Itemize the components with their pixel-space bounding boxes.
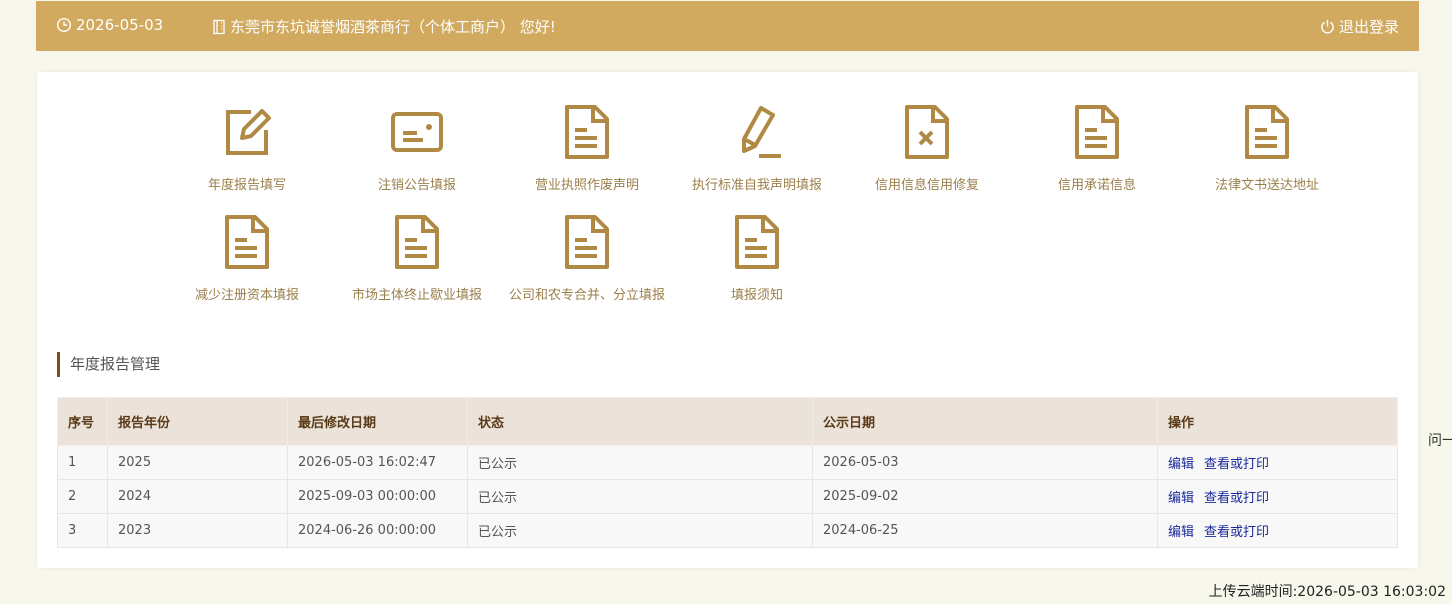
cell-status: 已公示 — [467, 513, 813, 548]
logout-button[interactable]: 退出登录 — [1320, 16, 1399, 37]
menu-tile-8[interactable]: 减少注册资本填报 — [162, 194, 332, 303]
cell-year: 2024 — [107, 479, 288, 514]
menu-tile-4[interactable]: 执行标准自我声明填报 — [672, 84, 842, 193]
cell-no: 1 — [57, 445, 108, 480]
document-icon — [221, 214, 273, 270]
menu-tile-3[interactable]: 营业执照作废声明 — [502, 84, 672, 193]
table-header-row: 序号 报告年份 最后修改日期 状态 公示日期 操作 — [57, 397, 1398, 446]
upload-time: 上传云端时间:2026-05-03 16:03:02 — [1208, 584, 1446, 600]
document-icon — [391, 214, 443, 270]
cell-pub-date: 2026-05-03 — [812, 445, 1158, 480]
col-header-status: 状态 — [467, 397, 813, 446]
cell-modified: 2024-06-26 00:00:00 — [287, 513, 468, 548]
section-title: 年度报告管理 — [57, 352, 160, 377]
document-icon — [561, 214, 613, 270]
document-icon — [1241, 104, 1293, 160]
power-icon — [1321, 19, 1334, 34]
cell-year: 2025 — [107, 445, 288, 480]
edit-icon — [221, 104, 273, 160]
header-date-text: 2026-05-03 — [76, 16, 164, 34]
cell-year: 2023 — [107, 513, 288, 548]
cell-actions: 编辑 查看或打印 — [1157, 445, 1398, 480]
menu-tile-label: 填报须知 — [730, 288, 783, 303]
annual-report-table: 序号 报告年份 最后修改日期 状态 公示日期 操作 1 2025 2026-05-0… — [57, 397, 1398, 548]
view-print-link[interactable]: 查看或打印 — [1204, 491, 1269, 506]
menu-tile-label: 法律文书送达地址 — [1214, 178, 1319, 193]
document-icon — [731, 214, 783, 270]
edit-link[interactable]: 编辑 — [1168, 525, 1194, 540]
document-icon — [1071, 104, 1123, 160]
cell-no: 3 — [57, 513, 108, 548]
cell-status: 已公示 — [467, 445, 813, 480]
pencil-icon — [731, 104, 783, 160]
cell-no: 2 — [57, 479, 108, 514]
logout-label: 退出登录 — [1338, 18, 1399, 36]
cell-pub-date: 2024-06-25 — [812, 513, 1158, 548]
cell-pub-date: 2025-09-02 — [812, 479, 1158, 514]
col-header-year: 报告年份 — [107, 397, 288, 446]
menu-tile-6[interactable]: 信用承诺信息 — [1012, 84, 1182, 193]
menu-tile-7[interactable]: 法律文书送达地址 — [1182, 84, 1352, 193]
menu-tile-11[interactable]: 填报须知 — [672, 194, 842, 303]
col-header-modified: 最后修改日期 — [287, 397, 468, 446]
menu-tile-2[interactable]: 注销公告填报 — [332, 84, 502, 193]
table-row: 1 2025 2026-05-03 16:02:47 已公示 2026-05-03 编辑查… — [57, 445, 1398, 480]
cell-status: 已公示 — [467, 479, 813, 514]
cell-actions: 编辑 查看或打印 — [1157, 479, 1398, 514]
menu-tile-5[interactable]: 信用信息信用修复 — [842, 84, 1012, 193]
col-header-actions: 操作 — [1157, 397, 1398, 446]
main-card: 年度报告填写 注销公告填报 营业执照作废声明 执行标准自我声明填报 信用信息信用修复 信用… — [37, 72, 1418, 568]
cell-actions: 编辑 查看或打印 — [1157, 513, 1398, 548]
edit-link[interactable]: 编辑 — [1168, 457, 1194, 472]
col-header-no: 序号 — [57, 397, 108, 446]
header-greeting: 东莞市东坑诚誉烟酒茶商行（个体工商户） 您好! — [212, 16, 556, 37]
table-row: 2 2024 2025-09-03 00:00:00 已公示 2025-09-02 编辑查… — [57, 479, 1398, 514]
document-icon — [561, 104, 613, 160]
table-row: 3 2023 2024-06-26 00:00:00 已公示 2024-06-25 编辑查… — [57, 513, 1398, 548]
building-icon — [213, 19, 225, 34]
header-date: 2026-05-03 — [56, 16, 163, 34]
top-bar: 2026-05-03 东莞市东坑诚誉烟酒茶商行（个体工商户） 您好! 退出登录 — [36, 1, 1419, 51]
menu-tile-9[interactable]: 市场主体终止歇业填报 — [332, 194, 502, 303]
menu-tile-10[interactable]: 公司和农专合并、分立填报 — [502, 194, 672, 303]
document-x-icon — [901, 104, 953, 160]
view-print-link[interactable]: 查看或打印 — [1204, 457, 1269, 472]
edit-link[interactable]: 编辑 — [1168, 491, 1194, 506]
clock-icon — [56, 17, 72, 33]
cell-modified: 2025-09-03 00:00:00 — [287, 479, 468, 514]
side-text: 问一 — [1428, 433, 1452, 449]
card-icon — [391, 104, 443, 160]
cell-modified: 2026-05-03 16:02:47 — [287, 445, 468, 480]
header-greeting-text: 东莞市东坑诚誉烟酒茶商行（个体工商户） 您好! — [230, 18, 556, 36]
menu-tile-1[interactable]: 年度报告填写 — [162, 84, 332, 193]
col-header-pub-date: 公示日期 — [812, 397, 1158, 446]
view-print-link[interactable]: 查看或打印 — [1204, 525, 1269, 540]
